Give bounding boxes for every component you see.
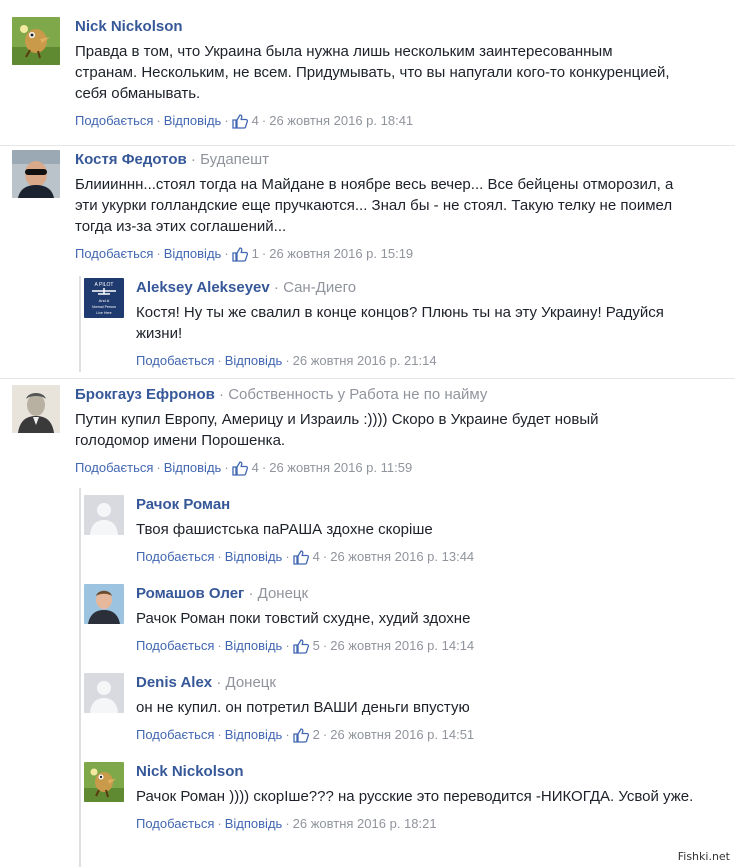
like-count: 4 <box>312 549 320 564</box>
author-name[interactable]: Nick Nickolson <box>75 18 183 35</box>
like-button[interactable]: Подобається <box>75 459 153 477</box>
comment-actions: Подобається · Відповідь · 5 · 26 жовтня 201… <box>136 637 475 655</box>
avatar[interactable] <box>84 673 124 713</box>
timestamp[interactable]: 26 жовтня 2016 р. 15:19 <box>269 245 413 263</box>
thumbs-up-icon[interactable] <box>232 113 248 129</box>
comment-actions: Подобається · Відповідь · 26 жовтня 2016 р… <box>136 352 437 370</box>
author-location: Будапешт <box>200 151 270 168</box>
like-button[interactable]: Подобається <box>136 726 214 744</box>
comment-header: Denis Alex · Донецк <box>136 674 276 691</box>
comment-header: Nick Nickolson <box>136 762 696 782</box>
thumbs-up-icon[interactable] <box>232 246 248 262</box>
author-location: Донецк <box>257 585 309 602</box>
comment-header: Nick Nickolson <box>75 17 675 37</box>
comment-actions: Подобається · Відповідь · 26 жовтня 2016 р… <box>136 815 437 833</box>
reply-button[interactable]: Відповідь <box>225 726 283 744</box>
avatar[interactable] <box>84 762 124 802</box>
reply-button[interactable]: Відповідь <box>164 459 222 477</box>
avatar-badge-text: Live Here <box>96 311 111 315</box>
like-count: 2 <box>312 727 320 742</box>
avatar[interactable] <box>84 584 124 624</box>
comment-actions: Подобається · Відповідь · 4 · 26 жовтня 201… <box>75 112 414 130</box>
timestamp[interactable]: 26 жовтня 2016 р. 21:14 <box>293 352 437 370</box>
avatar-badge-text: And A <box>99 298 110 303</box>
avatar[interactable] <box>84 495 124 535</box>
comment-actions: Подобається · Відповідь · 2 · 26 жовтня 201… <box>136 726 475 744</box>
comment-text: Рачок Роман поки товстий схудне, худий з… <box>136 610 471 627</box>
comment-actions: Подобається · Відповідь · 4 · 26 жовтня 201… <box>136 548 475 566</box>
divider <box>0 145 735 146</box>
author-name[interactable]: Ромашов Олег <box>136 585 244 602</box>
timestamp[interactable]: 26 жовтня 2016 р. 18:21 <box>293 815 437 833</box>
timestamp[interactable]: 26 жовтня 2016 р. 14:51 <box>330 726 474 744</box>
author-location: Собственность у Работа не по найму <box>228 386 488 403</box>
timestamp[interactable]: 26 жовтня 2016 р. 11:59 <box>269 459 412 477</box>
author-name[interactable]: Рачок Роман <box>136 496 230 513</box>
reply-button[interactable]: Відповідь <box>225 352 283 370</box>
author-name[interactable]: Брокгауз Ефронов <box>75 386 215 403</box>
like-count: 4 <box>251 460 259 475</box>
avatar[interactable] <box>12 385 60 433</box>
author-location: Донецк <box>225 674 276 691</box>
author-location: Сан-Диего <box>283 279 357 296</box>
reply-button[interactable]: Відповідь <box>225 637 283 655</box>
comment-header: Костя Федотов · Будапешт <box>75 151 270 168</box>
reply-thread-line <box>79 488 81 867</box>
like-button[interactable]: Подобається <box>75 245 153 263</box>
comment-header: Aleksey Alekseyev · Сан-Диего <box>136 279 357 296</box>
thumbs-up-icon[interactable] <box>232 460 248 476</box>
comment-header: Рачок Роман <box>136 495 696 515</box>
comment-text: он не купил. он потретил ВАШИ деньги впу… <box>136 699 470 716</box>
reply-button[interactable]: Відповідь <box>164 245 222 263</box>
like-button[interactable]: Подобається <box>136 815 214 833</box>
divider <box>0 378 735 379</box>
comment-actions: Подобається · Відповідь · 1 · 26 жовтня 201… <box>75 245 414 263</box>
like-count: 5 <box>312 638 320 653</box>
like-count: 4 <box>251 113 259 128</box>
comment-header: Ромашов Олег · Донецк <box>136 585 309 602</box>
comment-actions: Подобається · Відповідь · 4 · 26 жовтня 201… <box>75 459 413 477</box>
comment-text: Правда в том, что Украина была нужна лиш… <box>75 43 670 102</box>
author-name[interactable]: Aleksey Alekseyev <box>136 279 270 296</box>
like-button[interactable]: Подобається <box>136 352 214 370</box>
timestamp[interactable]: 26 жовтня 2016 р. 18:41 <box>269 112 413 130</box>
comment-header: Брокгауз Ефронов · Собственность у Работ… <box>75 386 488 403</box>
author-name[interactable]: Nick Nickolson <box>136 763 244 780</box>
like-button[interactable]: Подобається <box>136 548 214 566</box>
timestamp[interactable]: 26 жовтня 2016 р. 14:14 <box>330 637 474 655</box>
comment-text: Путин купил Европу, Америцу и Израиль :)… <box>75 411 599 449</box>
comment-text: Твоя фашистська паРАША здохне скоріше <box>136 521 433 538</box>
timestamp[interactable]: 26 жовтня 2016 р. 13:44 <box>330 548 474 566</box>
avatar-badge-text: Normal Person <box>92 305 116 309</box>
avatar-badge-text: A PILOT <box>95 282 114 288</box>
thumbs-up-icon[interactable] <box>293 638 309 654</box>
thumbs-up-icon[interactable] <box>293 727 309 743</box>
author-name[interactable]: Костя Федотов <box>75 151 187 168</box>
author-name[interactable]: Denis Alex <box>136 674 212 691</box>
reply-button[interactable]: Відповідь <box>225 815 283 833</box>
like-button[interactable]: Подобається <box>75 112 153 130</box>
reply-thread-line <box>79 276 81 372</box>
comment-text: Костя! Ну ты же свалил в конце концов? П… <box>136 304 664 342</box>
avatar[interactable] <box>12 150 60 198</box>
comment-text: Рачок Роман )))) скорІше??? на русские э… <box>136 788 694 805</box>
like-count: 1 <box>251 246 259 261</box>
reply-button[interactable]: Відповідь <box>164 112 222 130</box>
watermark: Fishki.net <box>674 849 733 864</box>
avatar[interactable] <box>12 17 60 65</box>
reply-button[interactable]: Відповідь <box>225 548 283 566</box>
like-button[interactable]: Подобається <box>136 637 214 655</box>
thumbs-up-icon[interactable] <box>293 549 309 565</box>
comment-text: Блиииннн...стоял тогда на Майдане в нояб… <box>75 176 674 235</box>
avatar[interactable]: A PILOT And A Normal Person Live Here <box>84 278 124 318</box>
